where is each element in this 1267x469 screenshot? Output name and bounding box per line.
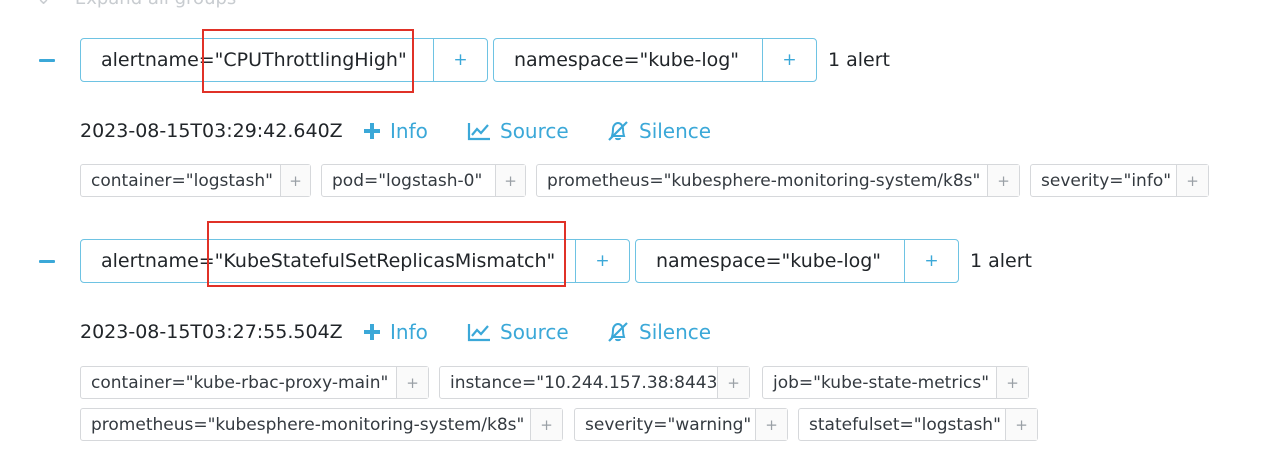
plus-icon — [364, 123, 380, 139]
add-label-filter-button[interactable]: + — [280, 165, 310, 196]
silence-label: Silence — [639, 320, 712, 344]
add-filter-button[interactable]: + — [575, 240, 629, 282]
group-label-text: namespace="kube-log" — [514, 49, 740, 71]
chart-line-icon — [467, 324, 490, 342]
add-label-filter-button[interactable]: + — [987, 165, 1019, 196]
group-label-chip: alertname="CPUThrottlingHigh" + — [80, 38, 488, 82]
collapse-group-button[interactable] — [39, 59, 55, 62]
group-label-chip: namespace="kube-log" + — [635, 239, 959, 283]
silence-label: Silence — [639, 119, 712, 143]
collapse-group-button[interactable] — [39, 260, 55, 263]
alert-count: 1 alert — [828, 49, 891, 71]
info-label: Info — [390, 320, 428, 344]
label-chip: severity="info" + — [1030, 164, 1209, 197]
label-text: prometheus="kubesphere-monitoring-system… — [547, 170, 981, 191]
plus-icon — [364, 324, 380, 340]
label-text: instance="10.244.157.38:8443" — [450, 372, 726, 393]
label-chip: statefulset="logstash" + — [798, 408, 1038, 441]
group-label-text: alertname="KubeStatefulSetReplicasMismat… — [101, 250, 556, 272]
silence-button[interactable]: Silence — [606, 320, 711, 344]
label-text: job="kube-state-metrics" — [773, 372, 990, 393]
label-text: container="kube-rbac-proxy-main" — [91, 372, 389, 393]
chevron-icon: ⌄ — [36, 0, 51, 9]
source-button[interactable]: Source — [467, 119, 569, 143]
add-label-filter-button[interactable]: + — [530, 409, 562, 440]
add-label-filter-button[interactable]: + — [495, 165, 525, 196]
label-text: statefulset="logstash" — [809, 414, 1001, 435]
expand-all-groups-link[interactable]: ⌄ Expand all groups — [36, 0, 236, 9]
label-text: severity="warning" — [585, 414, 752, 435]
label-chip: prometheus="kubesphere-monitoring-system… — [80, 408, 563, 441]
label-text: container="logstash" — [91, 170, 273, 191]
bell-slash-icon — [608, 121, 628, 141]
add-filter-button[interactable]: + — [904, 240, 958, 282]
add-label-filter-button[interactable]: + — [1005, 409, 1037, 440]
add-label-filter-button[interactable]: + — [717, 367, 749, 398]
label-chip: severity="warning" + — [574, 408, 788, 441]
label-chip: instance="10.244.157.38:8443" + — [439, 366, 750, 399]
add-label-filter-button[interactable]: + — [996, 367, 1028, 398]
silence-button[interactable]: Silence — [606, 119, 711, 143]
label-chip: job="kube-state-metrics" + — [762, 366, 1029, 399]
group-label-chip: alertname="KubeStatefulSetReplicasMismat… — [80, 239, 630, 283]
label-text: pod="logstash-0" — [332, 170, 483, 191]
add-label-filter-button[interactable]: + — [1176, 165, 1208, 196]
source-button[interactable]: Source — [467, 320, 569, 344]
add-filter-button[interactable]: + — [762, 39, 816, 81]
label-chip: prometheus="kubesphere-monitoring-system… — [536, 164, 1020, 197]
source-label: Source — [500, 320, 569, 344]
add-label-filter-button[interactable]: + — [755, 409, 787, 440]
alert-timestamp: 2023-08-15T03:27:55.504Z — [80, 321, 343, 343]
label-text: severity="info" — [1041, 170, 1172, 191]
info-label: Info — [390, 119, 428, 143]
group-label-text: alertname="CPUThrottlingHigh" — [101, 49, 407, 71]
alert-timestamp: 2023-08-15T03:29:42.640Z — [80, 120, 343, 142]
label-chip: container="kube-rbac-proxy-main" + — [80, 366, 429, 399]
alert-count: 1 alert — [970, 250, 1033, 272]
info-button[interactable]: Info — [363, 320, 428, 344]
label-chip: container="logstash" + — [80, 164, 311, 197]
label-text: prometheus="kubesphere-monitoring-system… — [91, 414, 525, 435]
add-label-filter-button[interactable]: + — [396, 367, 428, 398]
group-label-chip: namespace="kube-log" + — [493, 38, 817, 82]
bell-slash-icon — [608, 322, 628, 342]
info-button[interactable]: Info — [363, 119, 428, 143]
group-label-text: namespace="kube-log" — [656, 250, 882, 272]
label-chip: pod="logstash-0" + — [321, 164, 526, 197]
source-label: Source — [500, 119, 569, 143]
chart-line-icon — [467, 123, 490, 141]
add-filter-button[interactable]: + — [433, 39, 487, 81]
